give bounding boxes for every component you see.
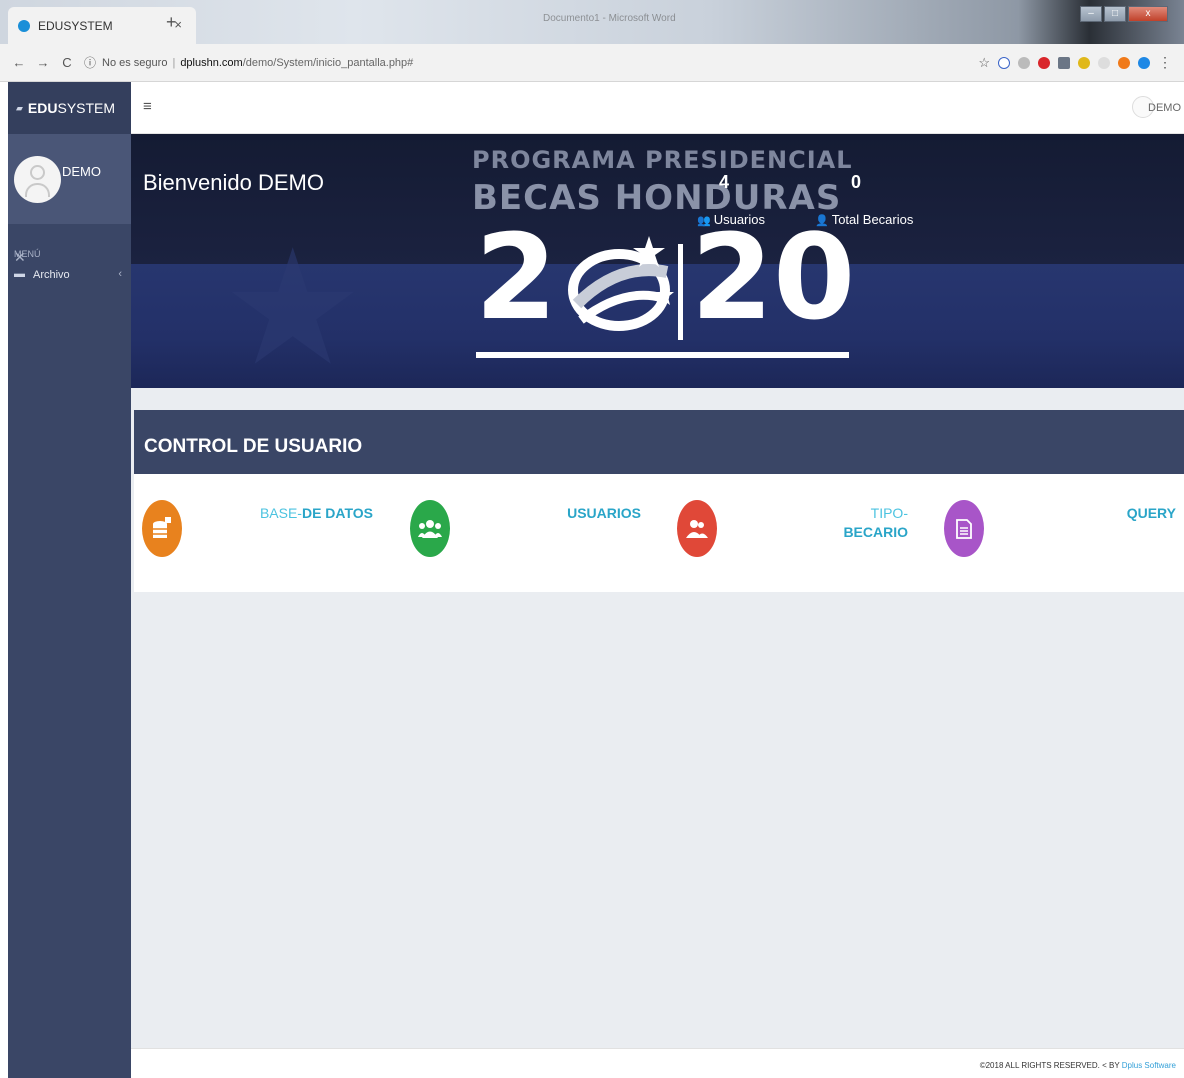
top-navbar: ≡ DEMO	[131, 82, 1184, 134]
section-title: CONTROL DE USUARIO	[144, 436, 363, 457]
profile-avatar-icon[interactable]	[1138, 56, 1150, 69]
user-profile-panel: DEMO	[8, 134, 131, 224]
users-icon: 👥	[697, 215, 711, 227]
menu-header: MENÚ ✕	[8, 224, 131, 266]
back-button[interactable]: ←	[10, 55, 28, 70]
tile-query[interactable]: QUERY	[1127, 504, 1176, 523]
chevron-left-icon: ‹	[118, 268, 122, 280]
extensions-bar: ☆ ⋮	[978, 54, 1172, 71]
control-usuario-header: CONTROL DE USUARIO	[134, 410, 1184, 474]
disabled-extension-icon[interactable]	[1098, 56, 1110, 69]
browser-menu-icon[interactable]: ⋮	[1158, 54, 1172, 71]
url-path: /demo/System/inicio_pantalla.php#	[242, 56, 414, 69]
footer-link[interactable]: Dplus Software	[1122, 1061, 1176, 1070]
forward-button[interactable]: →	[34, 55, 52, 70]
stat-label: Total Becarios	[831, 212, 914, 227]
address-bar[interactable]: ⓘ No es seguro | dplushn.com /demo/Syste…	[84, 54, 413, 71]
welcome-text: Bienvenido DEMO	[143, 170, 324, 195]
background-window-title: Documento1 - Microsoft Word	[543, 13, 676, 24]
vpn-icon[interactable]	[1058, 56, 1070, 69]
logo-program-title: PROGRAMA PRESIDENCIAL	[472, 146, 853, 174]
logo-year-digit: 2	[475, 208, 558, 346]
user-menu-name[interactable]: DEMO	[1148, 102, 1181, 114]
user-type-icon[interactable]	[677, 500, 717, 557]
tile-usuarios[interactable]: USUARIOS	[567, 504, 641, 523]
sidebar-item-label: Archivo	[33, 269, 70, 281]
browser-toolbar: ← → C ⓘ No es seguro | dplushn.com /demo…	[0, 44, 1184, 82]
user-icon: 👤	[815, 215, 829, 227]
cast-icon[interactable]	[1018, 56, 1030, 69]
tile-tipo-becario[interactable]: TIPO- BECARIO	[843, 504, 908, 542]
browser-titlebar: EDUSYSTEM × + Documento1 - Microsoft Wor…	[0, 0, 1184, 44]
sidebar-item-archivo[interactable]: ▬ Archivo ‹	[8, 266, 131, 292]
control-usuario-panel: BASE-DE DATOS USUARIOS TIPO- BECARIO QUER…	[134, 474, 1184, 592]
welcome-banner: ★ Bienvenido DEMO PROGRAMA PRESIDENCIAL …	[131, 134, 1184, 388]
tile-base-de-datos[interactable]: BASE-DE DATOS	[260, 504, 373, 523]
users-icon[interactable]	[410, 500, 450, 557]
new-tab-button[interactable]: +	[166, 12, 177, 33]
avatar	[14, 156, 61, 203]
bookmark-star-icon[interactable]: ☆	[978, 55, 990, 71]
reload-button[interactable]: C	[58, 55, 76, 70]
brand-book-icon: ▰	[16, 102, 23, 113]
extension-icon[interactable]	[998, 56, 1010, 69]
info-icon[interactable]: ⓘ	[84, 54, 96, 71]
stat-value: 0	[851, 172, 862, 192]
close-window-button[interactable]: x	[1128, 6, 1168, 22]
orange-extension-icon[interactable]	[1118, 56, 1130, 69]
share-icon: <	[1102, 1061, 1107, 1070]
stat-label: Usuarios	[713, 212, 765, 227]
security-text: No es seguro	[102, 56, 168, 69]
minimize-button[interactable]: –	[1080, 6, 1102, 22]
url-domain: dplushn.com	[180, 56, 243, 69]
logo-divider	[678, 244, 683, 340]
pencil-extension-icon[interactable]	[1078, 56, 1090, 69]
tab-title: EDUSYSTEM	[38, 18, 113, 33]
background-star-icon: ★	[221, 218, 365, 388]
footer-text: ©2018 ALL RIGHTS RESERVED. < BY Dplus So…	[979, 1061, 1176, 1070]
logo-year-digits: 20	[691, 208, 856, 346]
footer: ©2018 ALL RIGHTS RESERVED. < BY Dplus So…	[131, 1048, 1184, 1078]
stat-value: 4	[719, 172, 730, 192]
app-brand[interactable]: ▰ EDU SYSTEM	[8, 82, 131, 134]
site-favicon-icon	[18, 19, 30, 32]
database-icon[interactable]	[142, 500, 182, 557]
sidebar: ▰ EDU SYSTEM DEMO MENÚ ✕ ▬ Archivo ‹	[8, 82, 131, 1078]
logo-underline	[476, 352, 849, 358]
document-icon[interactable]	[944, 500, 984, 557]
folder-icon: ▬	[14, 268, 25, 280]
tools-icon[interactable]: ✕	[14, 249, 123, 266]
adblock-icon[interactable]	[1038, 56, 1050, 69]
maximize-button[interactable]: □	[1104, 6, 1126, 22]
window-controls: – □ x	[1080, 6, 1168, 22]
logo-swirl-icon	[568, 236, 674, 331]
hamburger-menu-icon[interactable]: ≡	[143, 98, 152, 115]
profile-name: DEMO	[62, 164, 101, 179]
